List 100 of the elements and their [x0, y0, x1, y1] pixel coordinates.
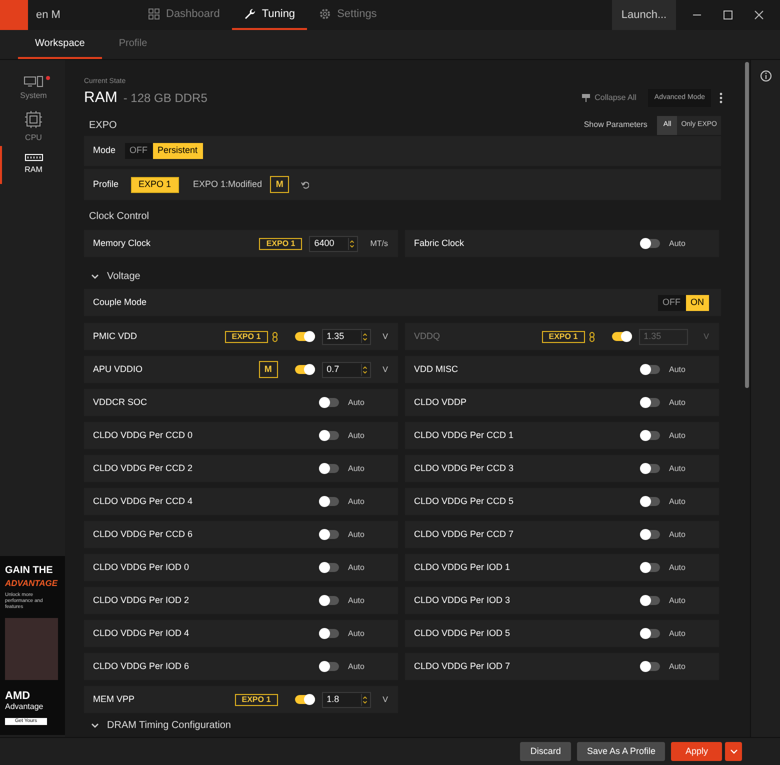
status-text: Auto	[348, 528, 366, 540]
link-icon[interactable]	[272, 332, 278, 342]
window-title: en M	[36, 8, 62, 23]
status-text: Auto	[348, 628, 366, 640]
toggle-switch[interactable]	[294, 695, 315, 704]
toggle-switch[interactable]	[319, 596, 339, 605]
sub-tab[interactable]: Profile	[102, 30, 164, 59]
toggle-switch[interactable]	[319, 398, 339, 407]
toggle-switch[interactable]	[319, 497, 339, 506]
row-label: CLDO VDDG Per IOD 5	[414, 626, 510, 640]
toggle-switch[interactable]	[319, 629, 339, 638]
chip-icon	[24, 110, 43, 129]
section-title: EXPO	[89, 118, 117, 132]
toggle-switch[interactable]	[640, 239, 660, 248]
nav-tab[interactable]: Dashboard	[136, 0, 232, 30]
toggle-switch[interactable]	[294, 332, 315, 341]
unit-label: MT/s	[370, 238, 388, 250]
ad-headline: GAIN THE	[5, 565, 53, 577]
row-label: CLDO VDDG Per IOD 7	[414, 660, 510, 673]
page-title: RAM	[84, 88, 118, 108]
section-title: Clock Control	[89, 210, 150, 224]
status-text: Auto	[669, 496, 686, 508]
ad-brand-sub: Advantage	[5, 702, 44, 712]
expo-badge: EXPO 1	[224, 330, 268, 342]
status-text: Auto	[348, 660, 366, 672]
toggle-switch[interactable]	[319, 464, 339, 473]
chevron-down-icon[interactable]	[91, 722, 99, 728]
toggle-switch[interactable]	[319, 530, 339, 539]
row-label: MEM VPP	[93, 692, 135, 706]
gear-icon	[319, 8, 332, 20]
number-input[interactable]: 6400	[309, 236, 358, 252]
toggle-switch[interactable]	[640, 563, 660, 572]
scrollbar-thumb[interactable]	[745, 62, 749, 388]
profile-option[interactable]: EXPO 1	[130, 176, 180, 192]
profile-option[interactable]: EXPO 1:Modified	[191, 176, 264, 192]
stepper-icon	[348, 238, 356, 250]
chevron-down-icon[interactable]	[91, 274, 99, 280]
monitor-icon	[24, 76, 43, 87]
wrench-icon	[244, 8, 256, 20]
toggle-switch[interactable]	[640, 431, 660, 440]
expo-badge: EXPO 1	[234, 694, 278, 706]
row-label: CLDO VDDG Per IOD 0	[93, 560, 190, 574]
ad-headline-accent: ADVANTAGE	[5, 577, 59, 589]
launch-button[interactable]: Launch...	[612, 0, 676, 30]
close-icon[interactable]	[754, 10, 764, 20]
apply-dropdown-button[interactable]	[725, 742, 742, 761]
status-text: Auto	[669, 594, 686, 606]
segment-option[interactable]: ON	[686, 294, 709, 310]
segment-option[interactable]: Persistent	[152, 143, 203, 159]
footer-button[interactable]: Discard	[520, 742, 571, 761]
number-input[interactable]: 1.8	[322, 692, 371, 708]
toggle-switch[interactable]	[640, 464, 660, 473]
row-label: Fabric Clock	[414, 236, 464, 250]
modified-badge: M	[270, 176, 290, 193]
toggle-switch[interactable]	[294, 365, 315, 374]
status-text: Auto	[669, 396, 686, 408]
row-label: CLDO VDDG Per IOD 6	[93, 660, 190, 673]
number-input[interactable]: 1.35	[322, 328, 371, 344]
row-label: CLDO VDDG Per CCD 7	[414, 528, 514, 541]
toggle-switch[interactable]	[640, 662, 660, 671]
toggle-switch[interactable]	[640, 365, 660, 374]
row-label: CLDO VDDG Per IOD 3	[414, 594, 510, 607]
undo-icon[interactable]	[301, 180, 310, 188]
toggle-switch[interactable]	[640, 629, 660, 638]
row-label: Memory Clock	[93, 236, 151, 250]
apply-button[interactable]: Apply	[671, 742, 722, 761]
status-text: Auto	[348, 430, 366, 442]
section-title: DRAM Timing Configuration	[107, 719, 231, 733]
segment-option[interactable]: OFF	[658, 294, 686, 310]
status-text: Auto	[669, 562, 686, 574]
expo-badge: EXPO 1	[259, 238, 302, 250]
status-text: Auto	[348, 396, 366, 408]
toggle-switch[interactable]	[319, 431, 339, 440]
toggle-switch[interactable]	[319, 563, 339, 572]
status-text: Auto	[669, 238, 686, 250]
info-icon[interactable]	[760, 70, 772, 82]
row-label: CLDO VDDG Per CCD 1	[414, 428, 514, 442]
row-label: Profile	[93, 178, 119, 191]
toggle-switch[interactable]	[640, 398, 660, 407]
number-input[interactable]: 0.7	[322, 362, 371, 378]
collapse-all-button[interactable]: Collapse All	[582, 92, 636, 104]
stepper-icon	[360, 330, 368, 342]
maximize-icon[interactable]	[723, 10, 733, 20]
row-label: Mode	[93, 144, 116, 158]
more-icon[interactable]	[719, 92, 723, 104]
nav-tab[interactable]: Settings	[307, 0, 389, 30]
toggle-switch[interactable]	[319, 662, 339, 671]
sidebar-item[interactable]: System	[0, 70, 65, 108]
toggle-switch[interactable]	[640, 596, 660, 605]
row-label: VDDQ	[414, 330, 440, 343]
sidebar-item[interactable]: CPU	[0, 108, 65, 146]
footer-button[interactable]: Save As A Profile	[576, 742, 666, 761]
expo-badge: EXPO 1	[542, 330, 585, 342]
toggle-switch[interactable]	[640, 530, 660, 539]
toggle-switch[interactable]	[640, 497, 660, 506]
segment-option[interactable]: OFF	[124, 143, 153, 159]
sidebar-item[interactable]: RAM	[0, 146, 65, 184]
row-label: CLDO VDDP	[414, 396, 467, 409]
row-label: CLDO VDDG Per CCD 6	[93, 528, 193, 541]
page-subtitle: - 128 GB DDR5	[123, 90, 208, 107]
